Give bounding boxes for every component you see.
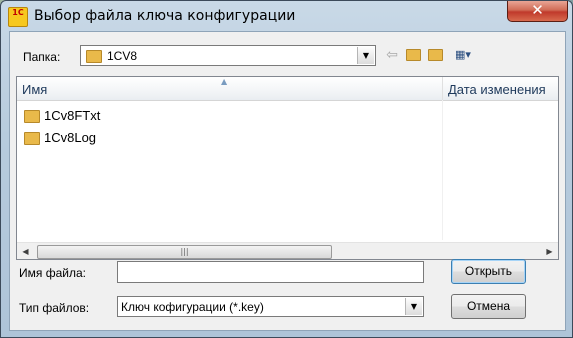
file-name-input[interactable] (117, 261, 424, 283)
dialog-body: Папка: 1CV8 ▼ ⇦ ▦▾ ▲ Имя Дата изменения (9, 31, 566, 331)
column-header-date[interactable]: Дата изменения (443, 77, 558, 100)
back-arrow-icon[interactable]: ⇦ (383, 46, 401, 64)
column-divider (442, 100, 443, 240)
folder-combo-value: 1CV8 (107, 49, 138, 63)
title-bar[interactable]: 1C Выбор файла ключа конфигурации ✕ (1, 1, 572, 31)
list-item-name: 1Cv8FTxt (44, 108, 101, 123)
scroll-right-icon[interactable]: ▶ (541, 243, 558, 259)
up-folder-icon[interactable] (404, 46, 422, 64)
file-open-dialog: 1C Выбор файла ключа конфигурации ✕ Папк… (0, 0, 573, 338)
column-header-name[interactable]: ▲ Имя (17, 77, 443, 100)
file-type-select[interactable]: Ключ кофигурации (*.key) ▼ (117, 296, 424, 317)
window-title: Выбор файла ключа конфигурации (34, 8, 296, 24)
up-folder-shape (405, 49, 421, 61)
view-menu-icon[interactable]: ▦▾ (450, 46, 476, 64)
close-button[interactable]: ✕ (507, 1, 568, 22)
scroll-left-icon[interactable]: ◀ (17, 243, 34, 259)
folder-combo[interactable]: 1CV8 ▼ (80, 45, 376, 66)
chevron-down-icon[interactable]: ▼ (405, 298, 422, 315)
horizontal-scrollbar[interactable]: ◀ ||| ▶ (17, 242, 558, 259)
folder-icon (86, 50, 102, 63)
cancel-button[interactable]: Отмена (451, 294, 526, 319)
app-1c-icon: 1C (8, 7, 28, 27)
close-icon: ✕ (531, 1, 544, 19)
folder-icon (24, 110, 40, 123)
new-folder-icon[interactable] (426, 46, 444, 64)
list-item-name: 1Cv8Log (44, 130, 97, 145)
chevron-down-icon[interactable]: ▼ (357, 47, 374, 64)
sort-ascending-icon: ▲ (221, 77, 228, 86)
new-folder-shape (427, 49, 443, 61)
open-button[interactable]: Открыть (451, 259, 526, 284)
scroll-thumb[interactable]: ||| (37, 245, 332, 259)
file-type-value: Ключ кофигурации (*.key) (121, 300, 264, 314)
file-name-label: Имя файла: (19, 266, 86, 280)
folder-icon (24, 132, 40, 145)
column-date-label: Дата изменения (448, 82, 546, 97)
app-icon-text: 1C (12, 8, 24, 17)
file-list-header: ▲ Имя Дата изменения (17, 77, 558, 101)
file-list[interactable]: ▲ Имя Дата изменения 1Cv8FTxt 1Cv8Log ◀ … (16, 76, 559, 260)
folder-label: Папка: (23, 50, 61, 64)
scroll-grip-icon: ||| (180, 247, 189, 256)
column-name-label: Имя (22, 82, 48, 97)
file-type-label: Тип файлов: (19, 301, 90, 315)
